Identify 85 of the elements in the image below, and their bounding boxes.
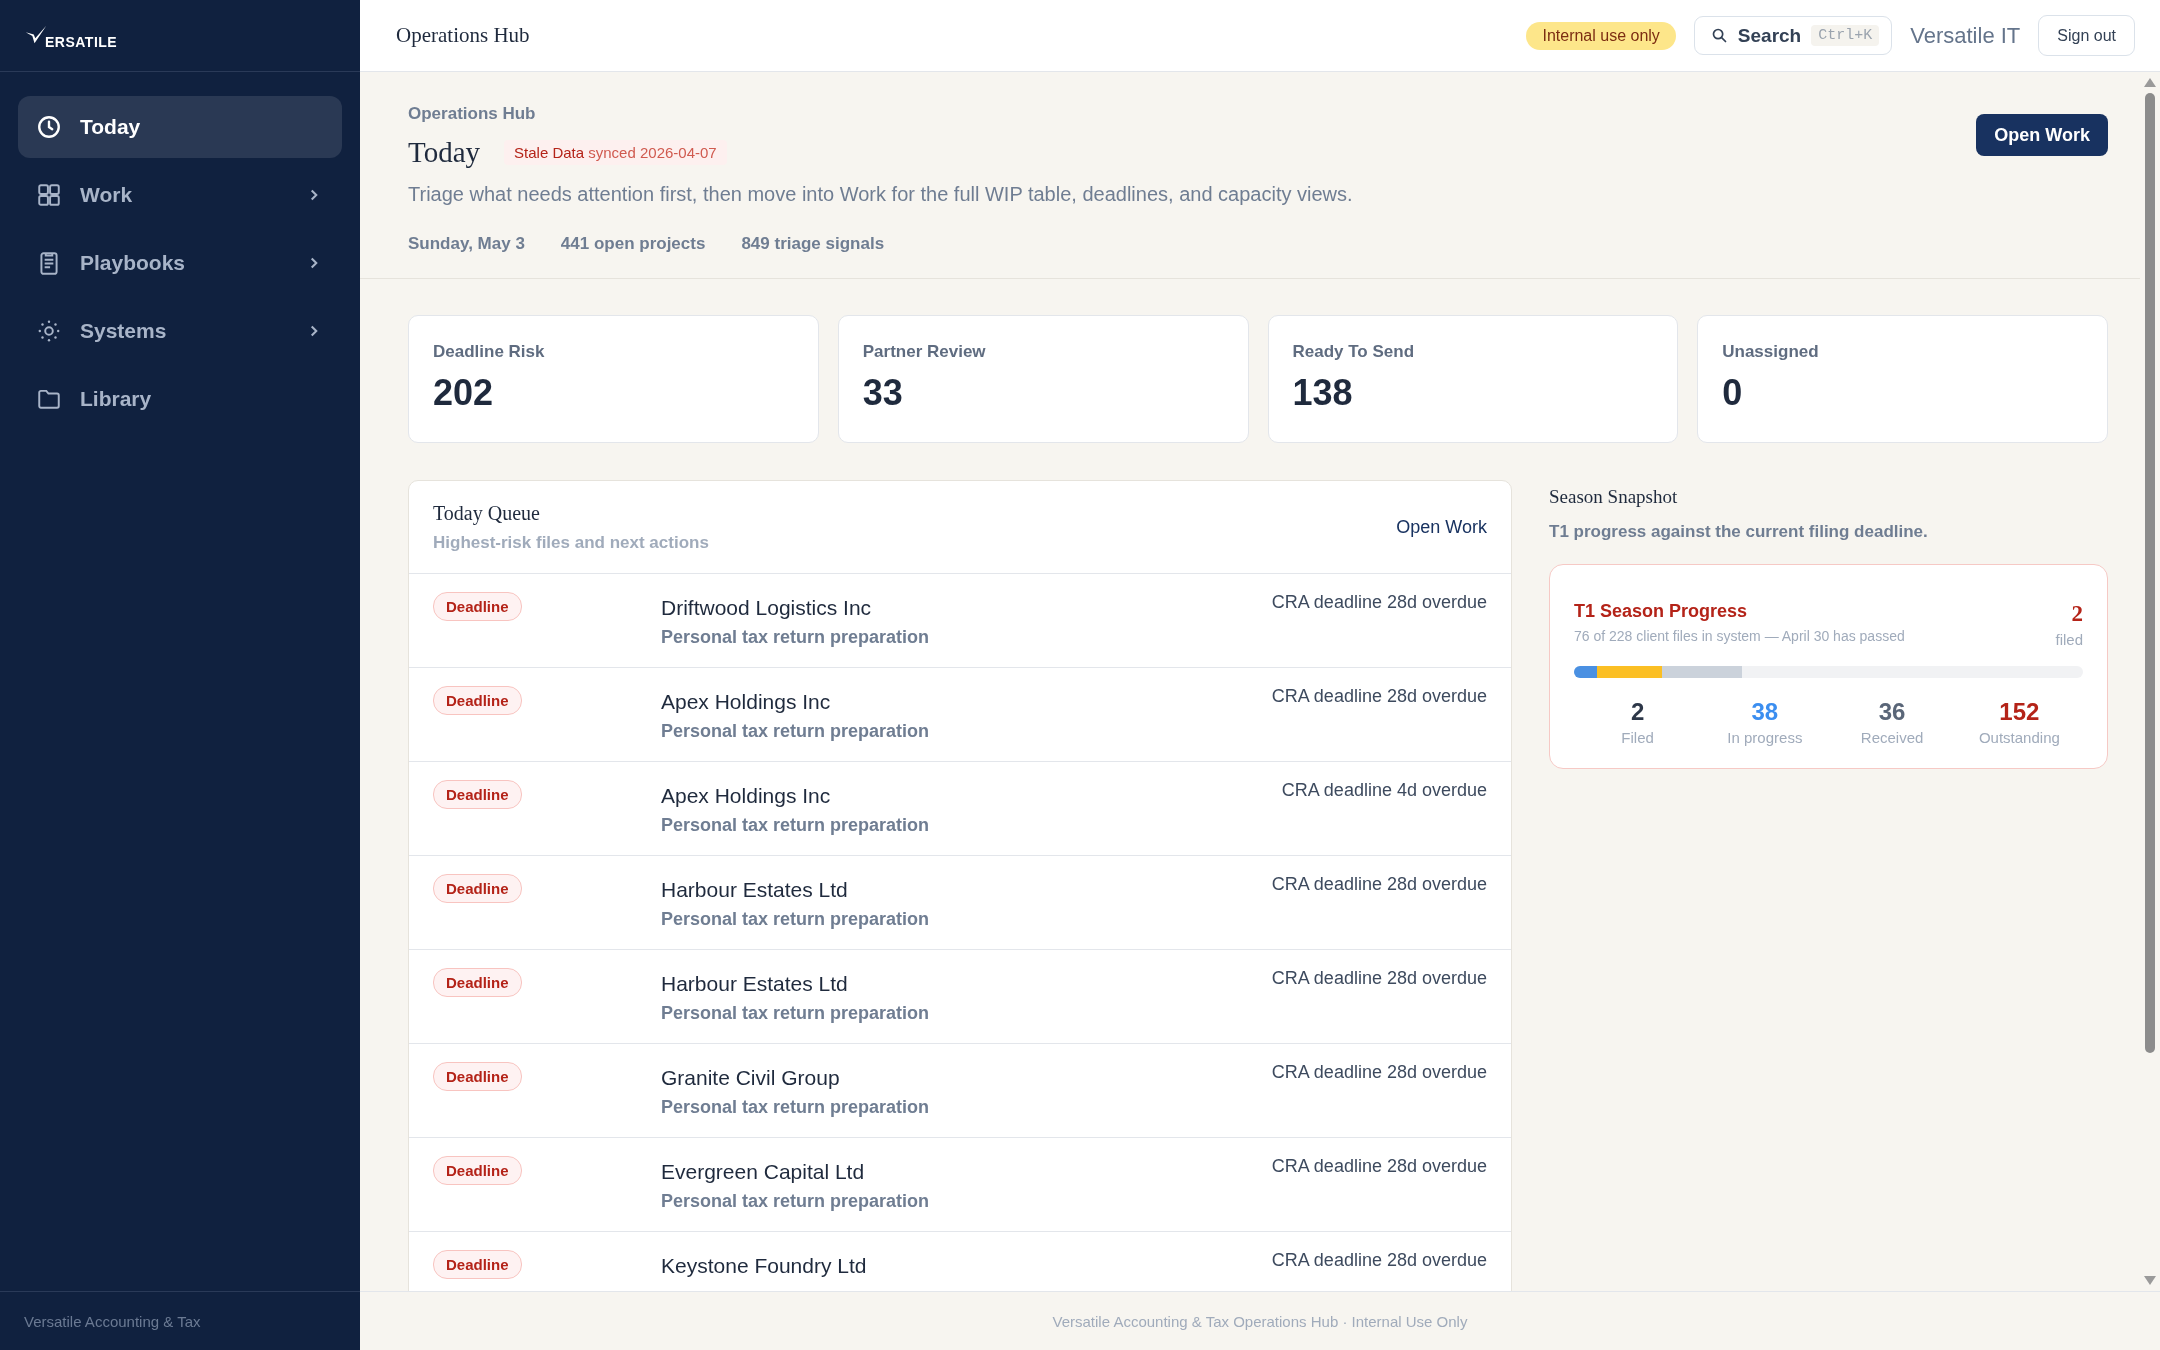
due-status: CRA deadline 28d overdue: [1271, 874, 1487, 896]
stat-label: Deadline Risk: [433, 342, 546, 362]
figure-value: 152: [1998, 698, 2041, 726]
queue-subtitle: Highest-risk files and next actions: [433, 532, 709, 553]
nav-item[interactable]: Playbooks: [18, 232, 342, 294]
page-title: Operations Hub: [396, 23, 530, 48]
service-name: Personal tax return preparation: [661, 815, 931, 836]
filed-count: 2: [2070, 601, 2083, 627]
logo-text: ERSATILE: [45, 35, 118, 48]
deadline-badge: Deadline: [433, 968, 522, 997]
chevron-icon: [308, 323, 320, 339]
service-name: Personal tax return preparation: [661, 721, 931, 742]
stat-value: 138: [1292, 372, 1354, 414]
deadline-badge: Deadline: [433, 1062, 522, 1091]
filed-label: filed: [2055, 631, 2083, 648]
user-name: Versatile IT: [1910, 22, 2021, 49]
figure-value: 2: [1629, 698, 1646, 726]
sun-icon: [36, 318, 62, 344]
client-name: Harbour Estates Ltd: [661, 972, 849, 996]
figure-label: Outstanding: [1977, 729, 2061, 746]
open-work-button[interactable]: Open Work: [1976, 114, 2108, 156]
client-name: Apex Holdings Inc: [661, 784, 832, 808]
due-status: CRA deadline 28d overdue: [1271, 686, 1487, 708]
search-icon: [1710, 27, 1728, 44]
figure-label: In progress: [1726, 729, 1804, 746]
scrollbar-thumb[interactable]: [2145, 93, 2155, 1053]
deadline-badge: Deadline: [433, 780, 522, 809]
figure-label: Filed: [1620, 729, 1655, 746]
grid-icon: [36, 182, 62, 208]
deadline-badge: Deadline: [433, 1250, 522, 1279]
stat-label: Unassigned: [1722, 342, 1820, 362]
meta-text: Sunday, May 3: [408, 234, 525, 254]
stat-value: 202: [433, 372, 495, 414]
deadline-badge: Deadline: [433, 874, 522, 903]
nav-item[interactable]: Systems: [18, 300, 342, 362]
meta-text: 849 triage signals: [741, 234, 885, 254]
internal-badge: Internal use only: [1526, 21, 1676, 50]
figure-value: 36: [1877, 698, 1907, 726]
search-button[interactable]: Search Ctrl+K: [1693, 16, 1893, 55]
nav-item[interactable]: Library: [18, 368, 342, 430]
meta-text: 441 open projects: [560, 234, 706, 254]
footer-text: Versatile Accounting & Tax Operations Hub · Internal Use Only: [1052, 1312, 1468, 1330]
sign-out-button[interactable]: Sign out: [2038, 15, 2135, 56]
deadline-badge: Deadline: [433, 592, 522, 621]
due-status: CRA deadline 28d overdue: [1271, 1156, 1487, 1178]
page-heading: Today: [408, 136, 481, 169]
client-name: Evergreen Capital Ltd: [661, 1160, 866, 1184]
client-name: Apex Holdings Inc: [661, 690, 832, 714]
queue-title: Today Queue: [433, 501, 541, 525]
figure-value: 38: [1750, 698, 1780, 726]
snapshot-subtitle: T1 progress against the current filing deadline.: [1549, 522, 1929, 542]
open-work-link[interactable]: Open Work: [1396, 516, 1487, 538]
deadline-badge: Deadline: [433, 1156, 522, 1185]
nav-item[interactable]: Today: [18, 96, 342, 158]
breadcrumb: Operations Hub: [408, 104, 537, 124]
service-name: Personal tax return preparation: [661, 1097, 931, 1118]
chevron-icon: [308, 255, 320, 271]
figure-label: Received: [1859, 729, 1925, 746]
clock-icon: [36, 114, 62, 140]
page-description: Triage what needs attention first, then move into Work for the full WIP table, deadlines, and capacity views.: [408, 183, 1353, 206]
deadline-badge: Deadline: [433, 686, 522, 715]
snapshot-title: Season Snapshot: [1549, 486, 1679, 508]
progress-title: T1 Season Progress: [1574, 601, 1749, 622]
stat-value: 0: [1722, 372, 1744, 414]
shortcut-hint: Ctrl+K: [1811, 25, 1880, 46]
due-status: CRA deadline 28d overdue: [1271, 968, 1487, 990]
client-name: Harbour Estates Ltd: [661, 878, 849, 902]
due-status: CRA deadline 28d overdue: [1271, 592, 1487, 614]
stat-value: 33: [862, 372, 904, 414]
client-name: Driftwood Logistics Inc: [661, 596, 873, 620]
stat-label: Partner Review: [862, 342, 987, 362]
service-name: Personal tax return preparation: [661, 1191, 931, 1212]
progress-detail: 76 of 228 client files in system — April 30 has passed: [1574, 628, 1905, 644]
stat-label: Ready To Send: [1292, 342, 1416, 362]
service-name: Personal tax return preparation: [661, 909, 931, 930]
stale-data-badge: Stale Data synced 2026-04-07: [504, 140, 727, 165]
due-status: CRA deadline 4d overdue: [1281, 780, 1487, 802]
client-name: Keystone Foundry Ltd: [661, 1254, 868, 1278]
service-name: Personal tax return preparation: [661, 1003, 931, 1024]
chevron-icon: [308, 187, 320, 203]
service-name: Personal tax return preparation: [661, 627, 931, 648]
client-name: Granite Civil Group: [661, 1066, 841, 1090]
due-status: CRA deadline 28d overdue: [1271, 1250, 1487, 1272]
due-status: CRA deadline 28d overdue: [1271, 1062, 1487, 1084]
nav-item[interactable]: Work: [18, 164, 342, 226]
